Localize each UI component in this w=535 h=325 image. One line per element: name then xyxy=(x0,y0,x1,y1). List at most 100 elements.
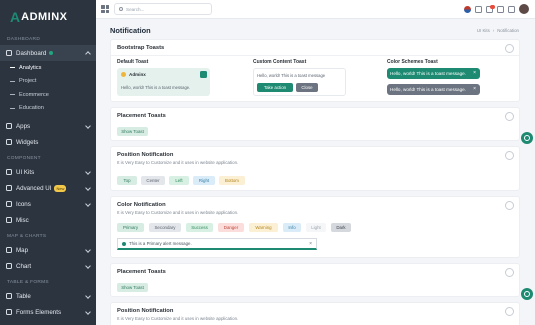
close-button[interactable]: Close xyxy=(296,83,318,92)
bottom-button[interactable]: Bottom xyxy=(219,176,245,185)
dash-icon xyxy=(10,107,15,109)
sidebar-item-label: Chart xyxy=(16,262,32,270)
right-button[interactable]: Right xyxy=(193,176,215,185)
language-flag-icon[interactable] xyxy=(464,5,471,13)
settings-icon[interactable] xyxy=(505,151,514,160)
home-icon xyxy=(6,50,12,56)
left-button[interactable]: Left xyxy=(169,176,189,185)
breadcrumb-separator: › xyxy=(492,28,495,33)
sidebar-item-table[interactable]: Table xyxy=(0,288,96,304)
forms-icon xyxy=(6,309,12,315)
settings-icon[interactable] xyxy=(505,307,514,316)
sidebar-item-misc[interactable]: Misc xyxy=(0,212,96,228)
sidebar-subitem-education[interactable]: Education xyxy=(0,102,96,116)
avatar[interactable] xyxy=(519,4,529,14)
apps-icon xyxy=(6,123,12,129)
sidebar-item-ui-kits[interactable]: UI Kits xyxy=(0,164,96,180)
search-placeholder: Search... xyxy=(126,6,145,12)
take-action-button[interactable]: Take action xyxy=(257,83,293,92)
settings-icon[interactable] xyxy=(505,112,514,121)
sidebar-item-chart[interactable]: Chart xyxy=(0,258,96,274)
ui-kits-icon xyxy=(6,169,12,175)
sidebar-item-label: Forms Elements xyxy=(16,308,62,316)
search-input[interactable]: Search... xyxy=(114,3,212,15)
sidebar-item-label: UI Kits xyxy=(16,168,35,176)
logo-text: ADMINX xyxy=(21,11,68,23)
dash-icon xyxy=(10,94,15,96)
toast-message: Hello, world! This is a toast message. xyxy=(390,71,466,76)
status-dot xyxy=(49,51,54,55)
info-button[interactable]: Info xyxy=(283,223,301,232)
success-toast: Hello, world! This is a toast message. × xyxy=(387,68,480,79)
sidebar-item-label: Icons xyxy=(16,200,31,208)
toast-name: Adminx xyxy=(129,72,146,77)
success-button[interactable]: Success xyxy=(186,223,213,232)
top-button[interactable]: Top xyxy=(117,176,137,185)
sidebar-item-forms[interactable]: Forms Elements xyxy=(0,304,96,320)
app-grid-icon[interactable] xyxy=(101,5,109,13)
breadcrumb: UI Kits › Notification xyxy=(477,28,519,33)
sidebar-subitem-label: Project xyxy=(19,78,37,85)
bookmark-icon[interactable] xyxy=(497,5,504,13)
sidebar-subitem-ecommerce[interactable]: Ecommerce xyxy=(0,88,96,102)
sidebar-item-widgets[interactable]: Widgets xyxy=(0,134,96,150)
toast-body: Hello, world! This is a toast message. xyxy=(121,85,191,90)
section-label-table-forms: TABLE & FORMS xyxy=(7,280,49,285)
map-icon xyxy=(6,247,12,253)
card-description: It is Very Easy to Customize and it uses… xyxy=(117,160,239,165)
sidebar-item-advanced-ui[interactable]: Advanced UI New xyxy=(0,180,96,196)
card-description: It is Very Easy to Customize and it uses… xyxy=(117,210,239,215)
light-button[interactable]: Light xyxy=(306,223,326,232)
sidebar-item-label: Misc xyxy=(16,216,29,224)
logo-mark: A xyxy=(10,9,21,25)
warning-button[interactable]: Warning xyxy=(249,223,278,232)
sidebar-item-label: Table xyxy=(16,292,31,300)
sidebar-item-icons[interactable]: Icons xyxy=(0,196,96,212)
default-toast: Adminx Hello, world! This is a toast mes… xyxy=(117,68,210,96)
primary-button[interactable]: Primary xyxy=(117,223,144,232)
toast-message: Hello, world! This is a toast message. xyxy=(390,87,466,92)
sidebar-subitem-project[interactable]: Project xyxy=(0,75,96,89)
settings-fab-icon[interactable] xyxy=(521,132,533,144)
chevron-down-icon xyxy=(85,201,91,207)
dark-button[interactable]: Dark xyxy=(331,223,351,232)
chevron-down-icon xyxy=(85,293,91,299)
chevron-down-icon xyxy=(85,185,91,191)
alert-icon xyxy=(122,241,126,246)
settings-fab-icon[interactable] xyxy=(521,288,533,300)
sidebar-item-map[interactable]: Map xyxy=(0,242,96,258)
topbar-actions xyxy=(464,4,529,14)
position-notification-card: Position Notification It is Very Easy to… xyxy=(110,146,520,191)
secondary-button[interactable]: Secondary xyxy=(149,223,181,232)
close-icon[interactable]: × xyxy=(473,86,476,92)
section-label-map-charts: MAP & CHARTS xyxy=(7,234,47,239)
close-icon[interactable]: × xyxy=(309,241,312,247)
logo[interactable]: A ADMINX xyxy=(0,0,96,34)
show-toast-button[interactable]: Show Toast xyxy=(117,127,148,136)
cart-icon[interactable] xyxy=(475,5,482,13)
primary-alert: This is a Primary alert message. × xyxy=(117,238,317,250)
color-notification-card: Color Notification It is Very Easy to Cu… xyxy=(110,196,520,258)
settings-icon[interactable] xyxy=(505,44,514,53)
chevron-down-icon xyxy=(85,309,91,315)
card-title: Placement Toasts xyxy=(117,113,166,119)
sidebar-item-apps[interactable]: Apps xyxy=(0,118,96,134)
close-icon[interactable] xyxy=(200,71,207,78)
secondary-toast: Hello, world! This is a toast message. × xyxy=(387,84,480,95)
moon-icon[interactable] xyxy=(508,5,515,13)
sidebar-item-dashboard[interactable]: Dashboard xyxy=(0,45,96,61)
close-icon[interactable]: × xyxy=(473,70,476,76)
sidebar-subitem-analytics[interactable]: Analytics xyxy=(0,61,96,75)
show-toast-button[interactable]: Show Toast xyxy=(117,283,148,292)
chevron-down-icon xyxy=(85,169,91,175)
bell-icon[interactable] xyxy=(486,4,495,13)
default-toast-heading: Default Toast xyxy=(117,59,149,65)
chart-icon xyxy=(6,263,12,269)
center-button[interactable]: Center xyxy=(141,176,165,185)
danger-button[interactable]: Danger xyxy=(218,223,244,232)
breadcrumb-item[interactable]: UI Kits xyxy=(477,28,490,33)
placement-toasts-card: Placement Toasts Show Toast xyxy=(110,107,520,141)
settings-icon[interactable] xyxy=(505,201,514,210)
card-title: Color Notification xyxy=(117,202,166,208)
settings-icon[interactable] xyxy=(505,268,514,277)
